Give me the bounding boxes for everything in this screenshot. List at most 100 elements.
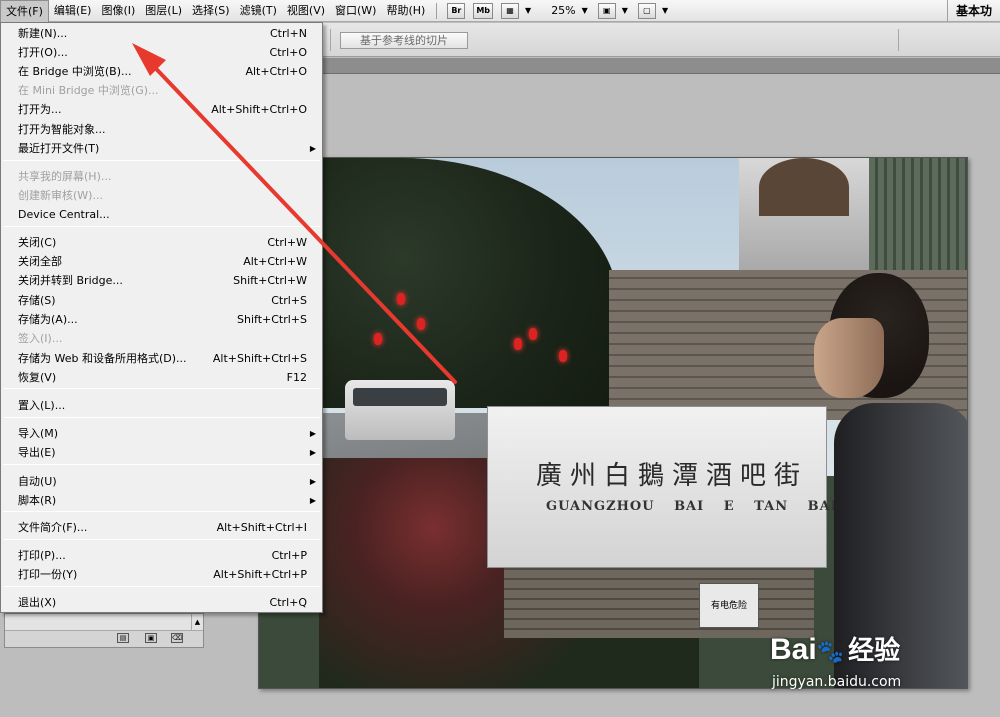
- file-menu-item-label: 打印(P)...: [18, 549, 66, 562]
- file-menu-item-22[interactable]: 脚本(R) ▶: [1, 491, 322, 510]
- file-menu-item-4[interactable]: 打开为... Alt+Shift+Ctrl+O: [1, 100, 322, 119]
- bridge-button[interactable]: Br: [447, 2, 466, 19]
- document-canvas[interactable]: 廣州白鵝潭酒吧街 GUANGZHOU BAI E TAN BAR STREET …: [258, 157, 968, 689]
- file-menu-separator: [3, 160, 320, 161]
- file-menu-item-24[interactable]: 打印(P)... Ctrl+P: [1, 546, 322, 565]
- photo-sign: 廣州白鵝潭酒吧街 GUANGZHOU BAI E TAN BAR STREET: [487, 406, 926, 568]
- file-menu-item-shortcut: Shift+Ctrl+W: [233, 274, 307, 287]
- chevron-down-icon[interactable]: ▼: [622, 6, 628, 15]
- menu-image[interactable]: 图像(I): [96, 0, 140, 22]
- file-menu-item-15: 签入(I)...: [1, 329, 322, 348]
- file-menu-separator: [3, 417, 320, 418]
- file-menu-item-label: 关闭并转到 Bridge...: [18, 274, 123, 287]
- file-menu-item-11[interactable]: 关闭全部 Alt+Ctrl+W: [1, 252, 322, 271]
- file-menu-item-label: Device Central...: [18, 208, 110, 221]
- file-menu-item-8: 创建新审核(W)...: [1, 186, 322, 205]
- file-menu-item-1[interactable]: 打开(O)... Ctrl+O: [1, 43, 322, 62]
- submenu-arrow-icon: ▶: [309, 477, 316, 486]
- file-menu-item-label: 最近打开文件(T): [18, 142, 100, 155]
- file-menu-item-shortcut: Ctrl+W: [267, 236, 307, 249]
- file-menu-item-26[interactable]: 退出(X) Ctrl+Q: [1, 593, 322, 612]
- chevron-down-icon[interactable]: ▼: [525, 6, 531, 15]
- file-menu-item-label: 打开为智能对象...: [18, 123, 106, 136]
- photo-building: [869, 158, 967, 270]
- photo-sign-base: [504, 568, 814, 638]
- warning-plate: 有电危险: [699, 583, 759, 628]
- file-menu-separator: [3, 511, 320, 512]
- file-menu-item-16[interactable]: 存储为 Web 和设备所用格式(D)... Alt+Shift+Ctrl+S: [1, 349, 322, 368]
- arrange-documents-button[interactable]: ▣: [597, 2, 616, 19]
- chevron-down-icon[interactable]: ▼: [582, 6, 588, 15]
- file-menu-item-20[interactable]: 导出(E) ▶: [1, 443, 322, 462]
- file-menu-item-label: 打开(O)...: [18, 46, 68, 59]
- file-menu-item-5[interactable]: 打开为智能对象...: [1, 120, 322, 139]
- submenu-arrow-icon: ▶: [309, 448, 316, 457]
- file-menu-item-0[interactable]: 新建(N)... Ctrl+N: [1, 24, 322, 43]
- photo-lantern: [559, 350, 567, 362]
- new-group-icon[interactable]: ▤: [117, 633, 129, 643]
- file-menu-item-23[interactable]: 文件简介(F)... Alt+Shift+Ctrl+I: [1, 518, 322, 537]
- submenu-arrow-icon: ▶: [309, 144, 316, 153]
- file-menu-item-label: 置入(L)...: [18, 399, 66, 412]
- file-menu-item-2[interactable]: 在 Bridge 中浏览(B)... Alt+Ctrl+O: [1, 62, 322, 81]
- file-menu-item-shortcut: Alt+Ctrl+W: [243, 255, 307, 268]
- file-menu-item-10[interactable]: 关闭(C) Ctrl+W: [1, 233, 322, 252]
- file-menu-item-label: 脚本(R): [18, 494, 57, 507]
- file-menu-dropdown: 新建(N)... Ctrl+N 打开(O)... Ctrl+O 在 Bridge 中浏览…: [0, 22, 323, 613]
- menu-window[interactable]: 窗口(W): [330, 0, 381, 22]
- photo-lantern: [374, 333, 382, 345]
- file-menu-item-21[interactable]: 自动(U) ▶: [1, 472, 322, 491]
- file-menu-item-9[interactable]: Device Central...: [1, 205, 322, 224]
- menu-edit[interactable]: 编辑(E): [49, 0, 97, 22]
- workspace-switcher[interactable]: 基本功: [946, 0, 1000, 22]
- layers-panel-fragment: ▲ ▤ ▣ ⌫: [4, 613, 204, 648]
- file-menu-item-17[interactable]: 恢复(V) F12: [1, 368, 322, 387]
- menu-select[interactable]: 选择(S): [187, 0, 235, 22]
- photo-person: [814, 273, 967, 688]
- file-menu-item-13[interactable]: 存储(S) Ctrl+S: [1, 291, 322, 310]
- baidu-logo: Bai🐾 经验: [770, 630, 900, 667]
- file-menu-item-25[interactable]: 打印一份(Y) Alt+Shift+Ctrl+P: [1, 565, 322, 584]
- submenu-arrow-icon: ▶: [309, 496, 316, 505]
- file-menu-item-shortcut: Ctrl+O: [269, 46, 307, 59]
- file-menu-separator: [3, 586, 320, 587]
- menu-view[interactable]: 视图(V): [282, 0, 330, 22]
- new-layer-icon[interactable]: ▣: [145, 633, 157, 643]
- file-menu-item-19[interactable]: 导入(M) ▶: [1, 424, 322, 443]
- file-menu-item-shortcut: Ctrl+Q: [269, 596, 307, 609]
- file-menu-item-shortcut: Ctrl+S: [271, 294, 307, 307]
- photo-lantern: [397, 293, 405, 305]
- photo-lantern: [514, 338, 522, 350]
- file-menu-separator: [3, 464, 320, 465]
- warning-text: 有电危险: [710, 601, 747, 611]
- file-menu-item-label: 存储为 Web 和设备所用格式(D)...: [18, 352, 187, 365]
- file-menu-item-3: 在 Mini Bridge 中浏览(G)...: [1, 81, 322, 100]
- file-menu-item-label: 导入(M): [18, 427, 59, 440]
- file-menu-item-shortcut: Alt+Shift+Ctrl+S: [212, 352, 307, 365]
- zoom-level[interactable]: 25%: [551, 4, 575, 17]
- file-menu-item-18[interactable]: 置入(L)...: [1, 396, 322, 415]
- panel-scrollbar[interactable]: ▲: [191, 614, 203, 630]
- menu-layer[interactable]: 图层(L): [140, 0, 187, 22]
- chevron-down-icon[interactable]: ▼: [662, 6, 668, 15]
- file-menu-item-6[interactable]: 最近打开文件(T) ▶: [1, 139, 322, 158]
- slices-from-guides-button[interactable]: 基于参考线的切片: [340, 32, 468, 49]
- photo-person-face: [814, 318, 884, 398]
- menu-filter[interactable]: 滤镜(T): [235, 0, 282, 22]
- menu-help[interactable]: 帮助(H): [381, 0, 430, 22]
- mini-bridge-button[interactable]: Mb: [473, 2, 494, 19]
- file-menu-item-14[interactable]: 存储为(A)... Shift+Ctrl+S: [1, 310, 322, 329]
- file-menu-item-label: 关闭(C): [18, 236, 57, 249]
- file-menu-separator: [3, 226, 320, 227]
- screen-mode-button[interactable]: ▢: [637, 2, 656, 19]
- options-separator: [898, 29, 899, 51]
- file-menu-item-label: 关闭全部: [18, 255, 62, 268]
- file-menu-item-label: 存储(S): [18, 294, 56, 307]
- menu-file[interactable]: 文件(F): [0, 0, 49, 22]
- file-menu-item-12[interactable]: 关闭并转到 Bridge... Shift+Ctrl+W: [1, 271, 322, 290]
- view-extras-button[interactable]: ▦: [501, 2, 520, 19]
- trash-icon[interactable]: ⌫: [171, 633, 183, 643]
- baidu-logo-text: Bai: [770, 633, 817, 666]
- file-menu-item-label: 签入(I)...: [18, 332, 63, 345]
- file-menu-item-label: 文件简介(F)...: [18, 521, 88, 534]
